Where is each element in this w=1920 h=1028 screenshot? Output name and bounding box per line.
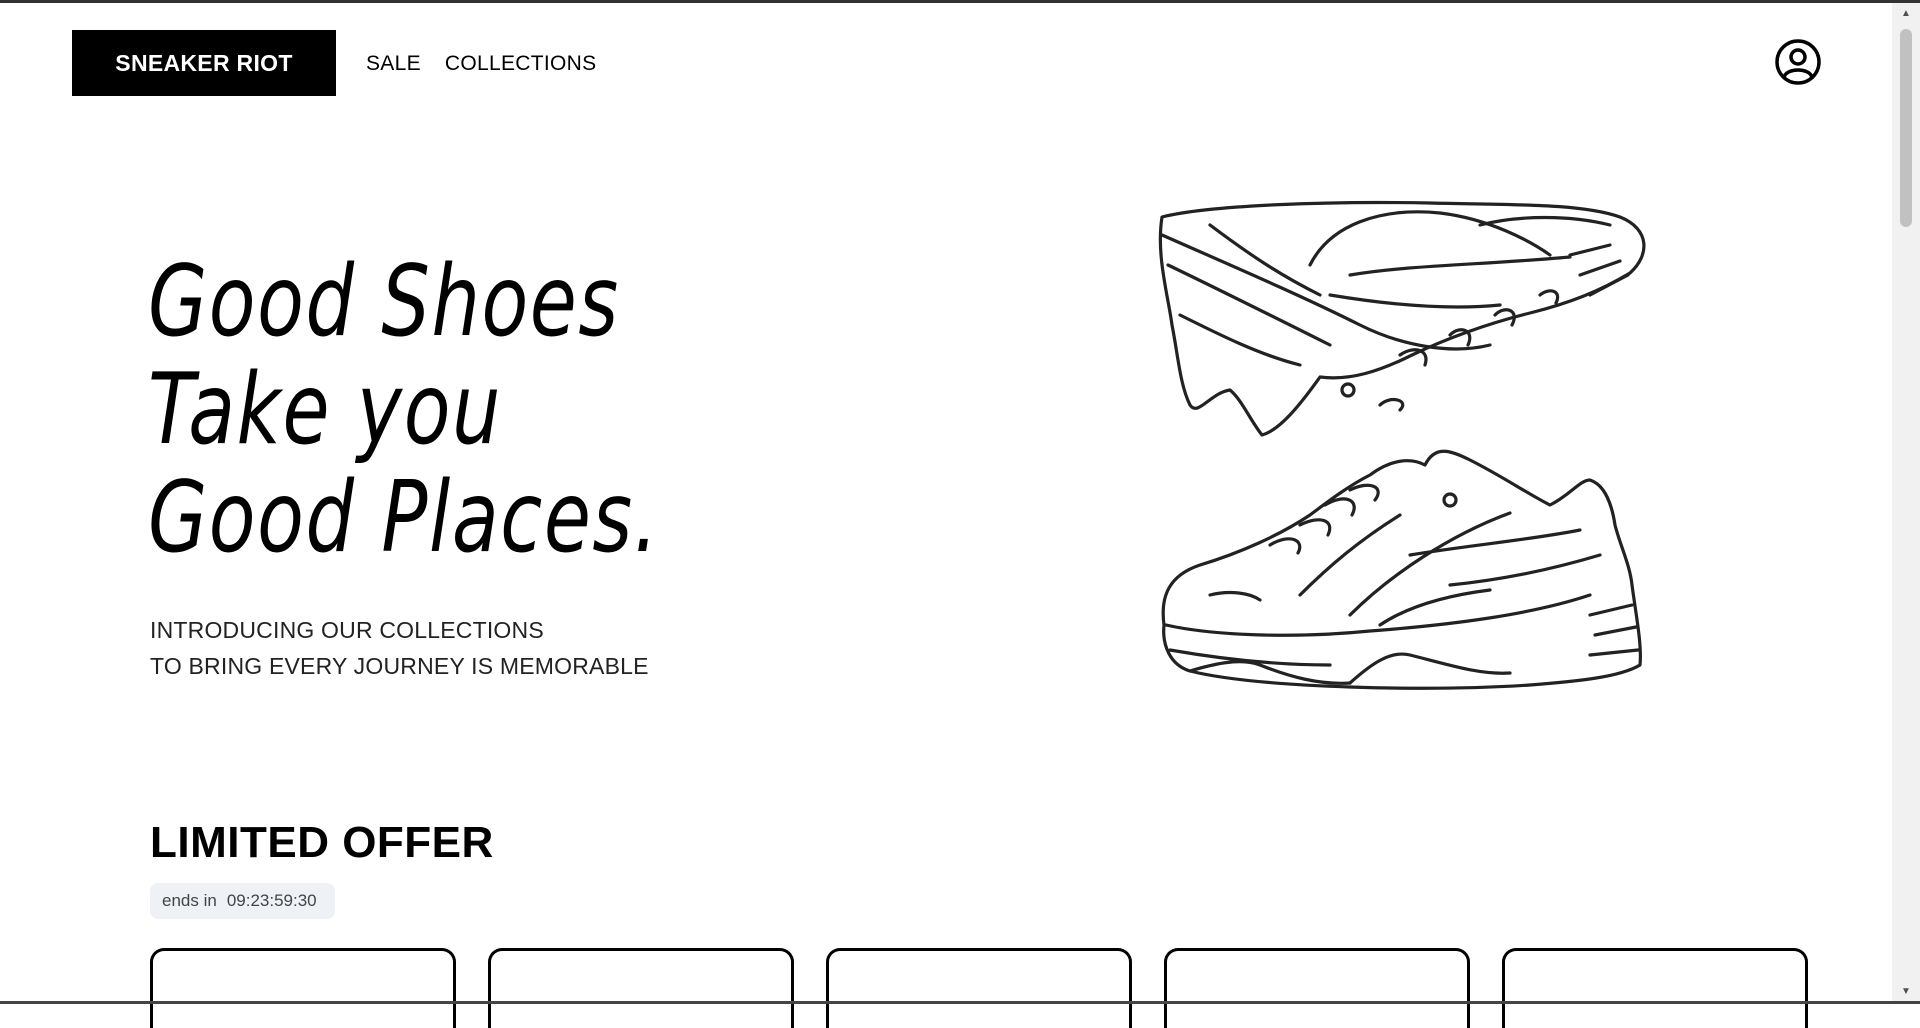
hero-subtitle-line: TO BRING EVERY JOURNEY IS MEMORABLE bbox=[150, 653, 649, 679]
nav-collections[interactable]: COLLECTIONS bbox=[445, 52, 597, 76]
nav-sale[interactable]: SALE bbox=[366, 52, 421, 76]
hero-subtitle-line: INTRODUCING OUR COLLECTIONS bbox=[150, 617, 544, 643]
hero-title-line: Good Places. bbox=[148, 461, 660, 575]
product-card[interactable] bbox=[826, 948, 1132, 1028]
window-top-border bbox=[0, 0, 1920, 3]
user-circle-icon[interactable] bbox=[1774, 38, 1822, 86]
scroll-up-arrow[interactable]: ▲ bbox=[1892, 3, 1920, 23]
shoe-top-sketch bbox=[1158, 200, 1646, 437]
hero-subtitle: INTRODUCING OUR COLLECTIONS TO BRING EVE… bbox=[150, 612, 649, 684]
shoe-bottom-sketch bbox=[1161, 449, 1642, 690]
sneaker-sketch-illustration bbox=[1150, 195, 1660, 725]
offer-cards bbox=[150, 948, 1808, 1028]
hero-title-line: Good Shoes bbox=[148, 245, 620, 359]
countdown-label: ends in bbox=[162, 891, 217, 910]
product-card[interactable] bbox=[150, 948, 456, 1028]
product-card[interactable] bbox=[1502, 948, 1808, 1028]
hero-title-line: Take you bbox=[148, 353, 503, 467]
logo-text: SNEAKER RIOT bbox=[115, 49, 293, 76]
scroll-down-arrow[interactable]: ▼ bbox=[1892, 981, 1920, 1001]
product-card[interactable] bbox=[488, 948, 794, 1028]
scrollbar-thumb[interactable] bbox=[1900, 29, 1912, 227]
hero-title: Good Shoes Take you Good Places. bbox=[148, 248, 660, 572]
scrollbar[interactable]: ▲ ▼ bbox=[1892, 3, 1920, 1001]
countdown-timer: 09:23:59:30 bbox=[226, 891, 317, 910]
limited-offer-title: LIMITED OFFER bbox=[150, 818, 494, 867]
main-nav: SALE COLLECTIONS bbox=[366, 52, 596, 76]
product-card[interactable] bbox=[1164, 948, 1470, 1028]
logo[interactable]: SNEAKER RIOT bbox=[72, 30, 336, 96]
countdown-badge: ends in 09:23:59:30 bbox=[150, 883, 335, 919]
